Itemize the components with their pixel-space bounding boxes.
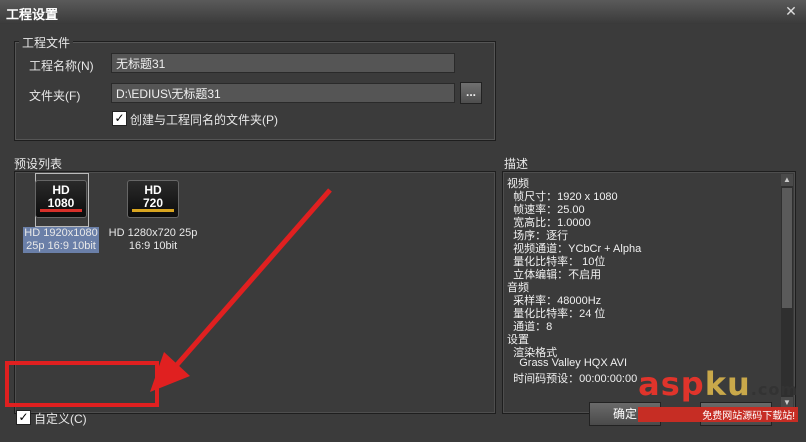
watermark: aspku.com 免费网站源码下载站! (638, 367, 798, 422)
watermark-domain: .com (750, 380, 798, 399)
watermark-brand: asp (638, 365, 705, 403)
watermark-slogan: 免费网站源码下载站! (638, 407, 798, 422)
watermark-brand2: ku (704, 365, 751, 403)
